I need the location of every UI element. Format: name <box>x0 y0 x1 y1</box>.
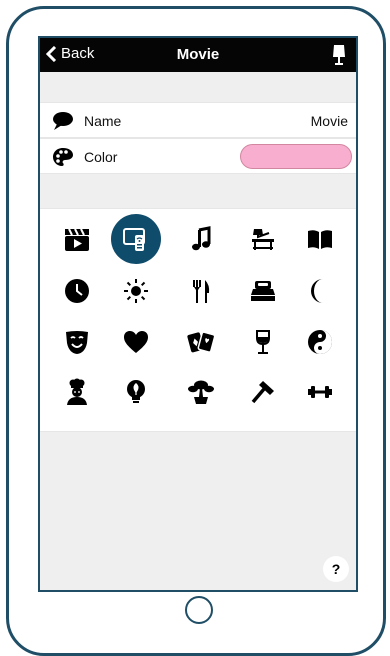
speech-bubble-icon <box>52 111 74 136</box>
name-label: Name <box>84 113 122 129</box>
movie-clapper-icon[interactable] <box>59 221 95 257</box>
lamp-icon[interactable] <box>332 44 346 71</box>
app-screen: Back Movie Name Movie Color ? <box>38 36 358 592</box>
color-row[interactable]: Color <box>40 138 356 174</box>
fork-knife-icon[interactable] <box>183 273 219 309</box>
palette-icon <box>52 147 74 172</box>
name-row[interactable]: Name Movie <box>40 102 356 138</box>
color-label: Color <box>84 149 118 165</box>
navigation-bar: Back Movie <box>40 38 356 72</box>
sun-icon[interactable] <box>118 273 154 309</box>
home-button[interactable] <box>185 596 213 624</box>
clock-icon[interactable] <box>59 273 95 309</box>
color-swatch[interactable] <box>240 144 352 169</box>
page-title: Movie <box>176 46 220 63</box>
moon-icon[interactable] <box>302 273 338 309</box>
tv-remote-icon[interactable] <box>111 214 161 264</box>
hammer-icon[interactable] <box>245 374 281 410</box>
theater-mask-icon[interactable] <box>59 324 95 360</box>
icon-grid <box>40 208 356 432</box>
music-note-icon[interactable] <box>183 221 219 257</box>
bulb-leaf-icon[interactable] <box>118 374 154 410</box>
wine-glass-icon[interactable] <box>245 324 281 360</box>
heart-icon[interactable] <box>118 324 154 360</box>
dumbbell-icon[interactable] <box>302 374 338 410</box>
book-icon[interactable] <box>302 221 338 257</box>
desk-lamp-icon[interactable] <box>245 221 281 257</box>
bonsai-tree-icon[interactable] <box>183 374 219 410</box>
bed-icon[interactable] <box>245 273 281 309</box>
help-button[interactable]: ? <box>323 556 349 582</box>
name-value[interactable]: Movie <box>311 113 348 129</box>
playing-cards-icon[interactable] <box>183 324 219 360</box>
chef-icon[interactable] <box>59 374 95 410</box>
yin-yang-icon[interactable] <box>302 324 338 360</box>
